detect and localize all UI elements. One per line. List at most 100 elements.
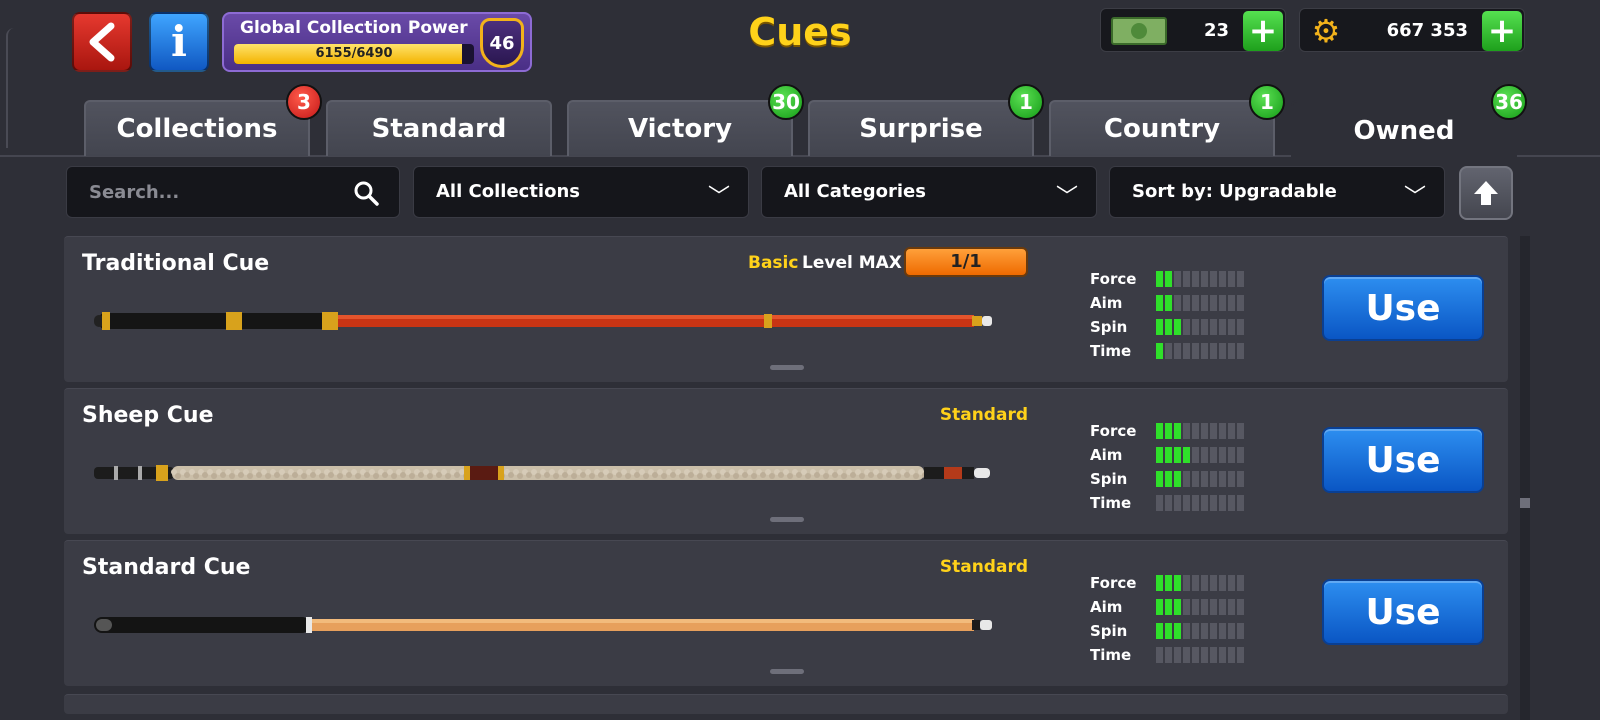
tab-collections-badge: 3 bbox=[286, 84, 322, 120]
tab-label: Victory bbox=[627, 114, 733, 144]
scrollbar-thumb[interactable] bbox=[1520, 498, 1530, 508]
stat-segment bbox=[1228, 623, 1235, 639]
cue-card-standard-cue[interactable]: Standard Cue Standard Force Aim Spin Time… bbox=[64, 540, 1508, 686]
cash-icon bbox=[1111, 17, 1167, 45]
stat-segment bbox=[1156, 343, 1163, 359]
stat-segment bbox=[1156, 447, 1163, 463]
tab-surprise[interactable]: Surprise bbox=[808, 100, 1034, 156]
sort-dropdown[interactable]: Sort by: Upgradable ﹀ bbox=[1109, 166, 1445, 218]
page-title: Cues bbox=[748, 10, 852, 54]
stat-segment bbox=[1183, 343, 1190, 359]
back-button[interactable] bbox=[72, 12, 132, 72]
stat-segment bbox=[1237, 271, 1244, 287]
cue-card-traditional-cue[interactable]: Traditional Cue Basic Level MAX 1/1 Force A… bbox=[64, 236, 1508, 382]
stat-segment bbox=[1156, 271, 1163, 287]
sort-direction-button[interactable] bbox=[1459, 166, 1513, 220]
collection-dropdown[interactable]: All Collections ﹀ bbox=[413, 166, 749, 218]
stat-aim: Aim bbox=[1090, 443, 1260, 467]
stat-aim: Aim bbox=[1090, 595, 1260, 619]
stat-segment bbox=[1192, 423, 1199, 439]
search-icon[interactable] bbox=[353, 180, 379, 206]
stat-segment bbox=[1183, 423, 1190, 439]
tab-collections[interactable]: Collections bbox=[84, 100, 310, 156]
chevron-left-icon bbox=[89, 22, 115, 62]
tab-owned[interactable]: Owned bbox=[1291, 100, 1517, 160]
tab-country-badge: 1 bbox=[1249, 84, 1285, 120]
stat-segment bbox=[1237, 295, 1244, 311]
add-coins-button[interactable]: + bbox=[1482, 11, 1522, 51]
stat-segment bbox=[1192, 623, 1199, 639]
search-input[interactable] bbox=[89, 177, 339, 207]
stat-segment bbox=[1156, 647, 1163, 663]
stat-time-bar bbox=[1156, 495, 1244, 511]
stat-segment bbox=[1228, 343, 1235, 359]
stat-segment bbox=[1219, 447, 1226, 463]
info-button[interactable]: i bbox=[149, 12, 209, 72]
left-edge-decoration bbox=[6, 28, 14, 148]
cue-stats: Force Aim Spin Time bbox=[1090, 267, 1260, 363]
stat-segment bbox=[1237, 647, 1244, 663]
stat-aim-bar bbox=[1156, 447, 1244, 463]
stat-segment bbox=[1156, 623, 1163, 639]
card-expand-handle[interactable] bbox=[770, 517, 804, 522]
stat-segment bbox=[1210, 319, 1217, 335]
card-expand-handle[interactable] bbox=[770, 365, 804, 370]
category-dropdown[interactable]: All Categories ﹀ bbox=[761, 166, 1097, 218]
stat-spin-label: Spin bbox=[1090, 318, 1128, 336]
cue-card-sheep-cue[interactable]: Sheep Cue Standard Force Aim Spin Time Us bbox=[64, 388, 1508, 534]
tab-standard[interactable]: Standard bbox=[326, 100, 552, 156]
global-collection-power[interactable]: Global Collection Power 6155/6490 46 bbox=[222, 12, 532, 72]
scrollbar-track[interactable] bbox=[1520, 236, 1530, 720]
stat-time-bar bbox=[1156, 647, 1244, 663]
search-box[interactable] bbox=[66, 166, 400, 218]
tab-victory[interactable]: Victory bbox=[567, 100, 793, 156]
tab-country[interactable]: Country bbox=[1049, 100, 1275, 156]
stat-segment bbox=[1228, 647, 1235, 663]
stat-segment bbox=[1228, 447, 1235, 463]
stat-segment bbox=[1219, 423, 1226, 439]
use-cue-button[interactable]: Use bbox=[1322, 427, 1484, 493]
stat-segment bbox=[1201, 319, 1208, 335]
cue-level-label: Level MAX bbox=[802, 253, 902, 273]
stat-segment bbox=[1192, 471, 1199, 487]
card-expand-handle[interactable] bbox=[770, 669, 804, 674]
coins-value: 667 353 bbox=[1386, 20, 1468, 41]
tab-label: Country bbox=[1103, 114, 1221, 144]
stat-spin-label: Spin bbox=[1090, 622, 1128, 640]
cue-image bbox=[94, 615, 1002, 635]
stat-force: Force bbox=[1090, 267, 1260, 291]
stat-segment bbox=[1201, 575, 1208, 591]
stat-segment bbox=[1210, 447, 1217, 463]
chevron-down-icon: ﹀ bbox=[1055, 185, 1078, 210]
stat-aim-label: Aim bbox=[1090, 446, 1123, 464]
collection-dropdown-value: All Collections bbox=[436, 181, 580, 202]
stat-segment bbox=[1192, 271, 1199, 287]
tab-label: Collections bbox=[116, 114, 278, 144]
stat-spin-label: Spin bbox=[1090, 470, 1128, 488]
stat-segment bbox=[1219, 575, 1226, 591]
use-cue-button[interactable]: Use bbox=[1322, 275, 1484, 341]
stat-segment bbox=[1201, 447, 1208, 463]
cue-stats: Force Aim Spin Time bbox=[1090, 571, 1260, 667]
stat-segment bbox=[1192, 447, 1199, 463]
stat-segment bbox=[1174, 471, 1181, 487]
stat-segment bbox=[1174, 575, 1181, 591]
cash-display: 23 + bbox=[1100, 8, 1286, 52]
add-cash-button[interactable]: + bbox=[1243, 11, 1283, 51]
stat-segment bbox=[1210, 623, 1217, 639]
stat-time: Time bbox=[1090, 491, 1260, 515]
stat-segment bbox=[1165, 423, 1172, 439]
stat-segment bbox=[1228, 495, 1235, 511]
stat-segment bbox=[1174, 423, 1181, 439]
stat-segment bbox=[1228, 271, 1235, 287]
stat-segment bbox=[1201, 295, 1208, 311]
cue-name: Sheep Cue bbox=[82, 403, 214, 428]
stat-segment bbox=[1219, 599, 1226, 615]
use-cue-button[interactable]: Use bbox=[1322, 579, 1484, 645]
stat-segment bbox=[1201, 599, 1208, 615]
stat-force-label: Force bbox=[1090, 574, 1137, 592]
stat-aim-label: Aim bbox=[1090, 294, 1123, 312]
stat-segment bbox=[1210, 471, 1217, 487]
cue-name: Traditional Cue bbox=[82, 251, 270, 276]
stat-segment bbox=[1183, 447, 1190, 463]
